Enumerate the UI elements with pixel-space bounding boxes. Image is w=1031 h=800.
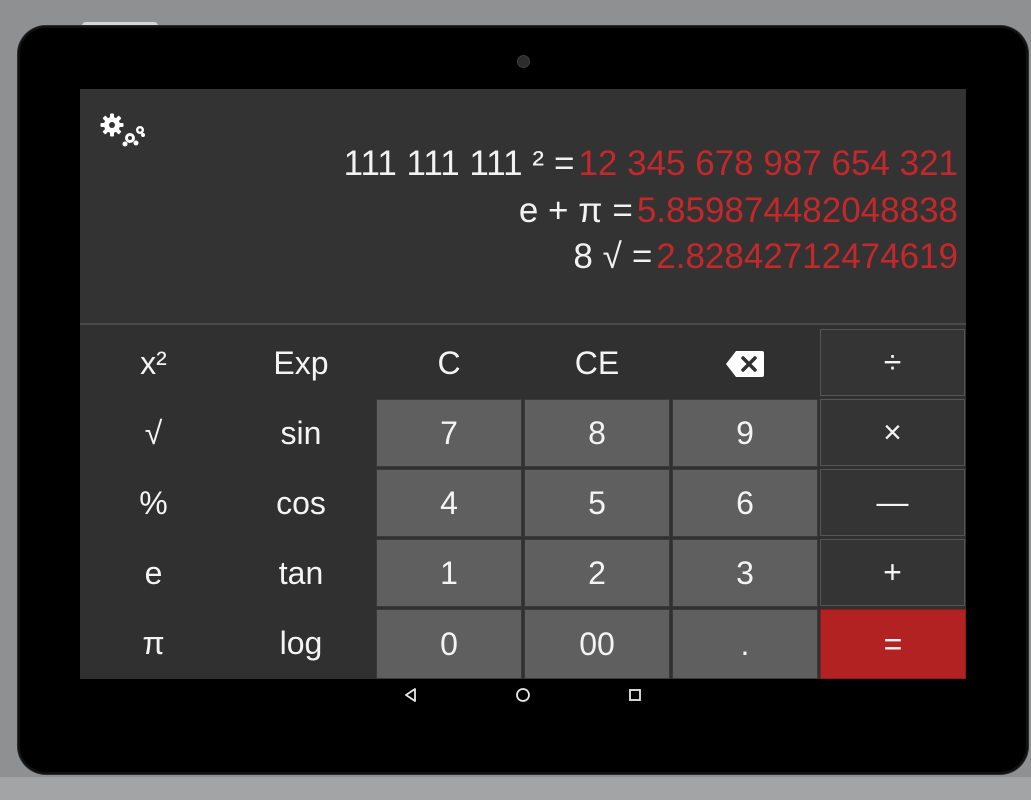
sqrt-button[interactable]: √ [80,398,227,468]
background-edge [0,777,1031,800]
android-navigation-bar [0,684,1031,706]
clear-button[interactable]: C [375,329,523,398]
digit-4-button[interactable]: 4 [376,469,522,537]
equals-button[interactable]: = [820,609,966,679]
front-camera [517,55,530,68]
e-constant-button[interactable]: e [80,538,227,608]
sin-button[interactable]: sin [227,398,375,468]
history-result: 5.859874482048838 [636,190,958,230]
history-equals-sign: = [554,144,575,183]
multiply-button[interactable]: × [820,399,965,466]
history-line: 111 111 111 ² = 12 345 678 987 654 321 [344,141,958,188]
digit-6-button[interactable]: 6 [672,469,818,537]
add-button[interactable]: + [820,539,965,606]
pi-button[interactable]: π [80,608,227,679]
digit-5-button[interactable]: 5 [524,469,670,537]
digit-1-button[interactable]: 1 [376,539,522,607]
backspace-button[interactable] [671,329,819,398]
clear-entry-button[interactable]: CE [523,329,671,398]
digit-3-button[interactable]: 3 [672,539,818,607]
history-equals-sign: = [612,190,633,230]
display-divider [80,323,966,325]
history-expression: 8 √ [573,237,622,276]
history-expression: e + π [518,190,603,230]
history-equals-sign: = [631,237,653,276]
calculation-history: 111 111 111 ² = 12 345 678 987 654 321 e +… [344,141,958,281]
calculator-display: 111 111 111 ² = 12 345 678 987 654 321 e +… [80,89,966,323]
history-expression: 111 111 111 ² [343,144,545,183]
digit-7-button[interactable]: 7 [376,399,522,467]
tan-button[interactable]: tan [227,538,375,608]
backspace-icon [725,350,765,378]
digit-9-button[interactable]: 9 [672,399,818,467]
recents-icon[interactable] [624,684,646,706]
history-line: e + π = 5.859874482048838 [344,188,958,235]
divide-button[interactable]: ÷ [820,329,965,396]
digit-0-button[interactable]: 0 [376,609,522,679]
digit-2-button[interactable]: 2 [524,539,670,607]
double-zero-button[interactable]: 00 [524,609,670,679]
subtract-button[interactable]: — [820,469,965,536]
log-button[interactable]: log [227,608,375,679]
decimal-point-button[interactable]: . [672,609,818,679]
settings-gear-icon[interactable] [100,113,146,149]
history-result: 12 345 678 987 654 321 [578,144,958,183]
history-result: 2.82842712474619 [656,237,958,276]
digit-8-button[interactable]: 8 [524,399,670,467]
back-icon[interactable] [400,684,422,706]
home-icon[interactable] [512,684,534,706]
calculator-screen: 111 111 111 ² = 12 345 678 987 654 321 e +… [80,89,966,679]
square-button[interactable]: x² [80,329,227,398]
cos-button[interactable]: cos [227,468,375,538]
history-line: 8 √ = 2.82842712474619 [344,234,958,281]
percent-button[interactable]: % [80,468,227,538]
exp-button[interactable]: Exp [227,329,375,398]
